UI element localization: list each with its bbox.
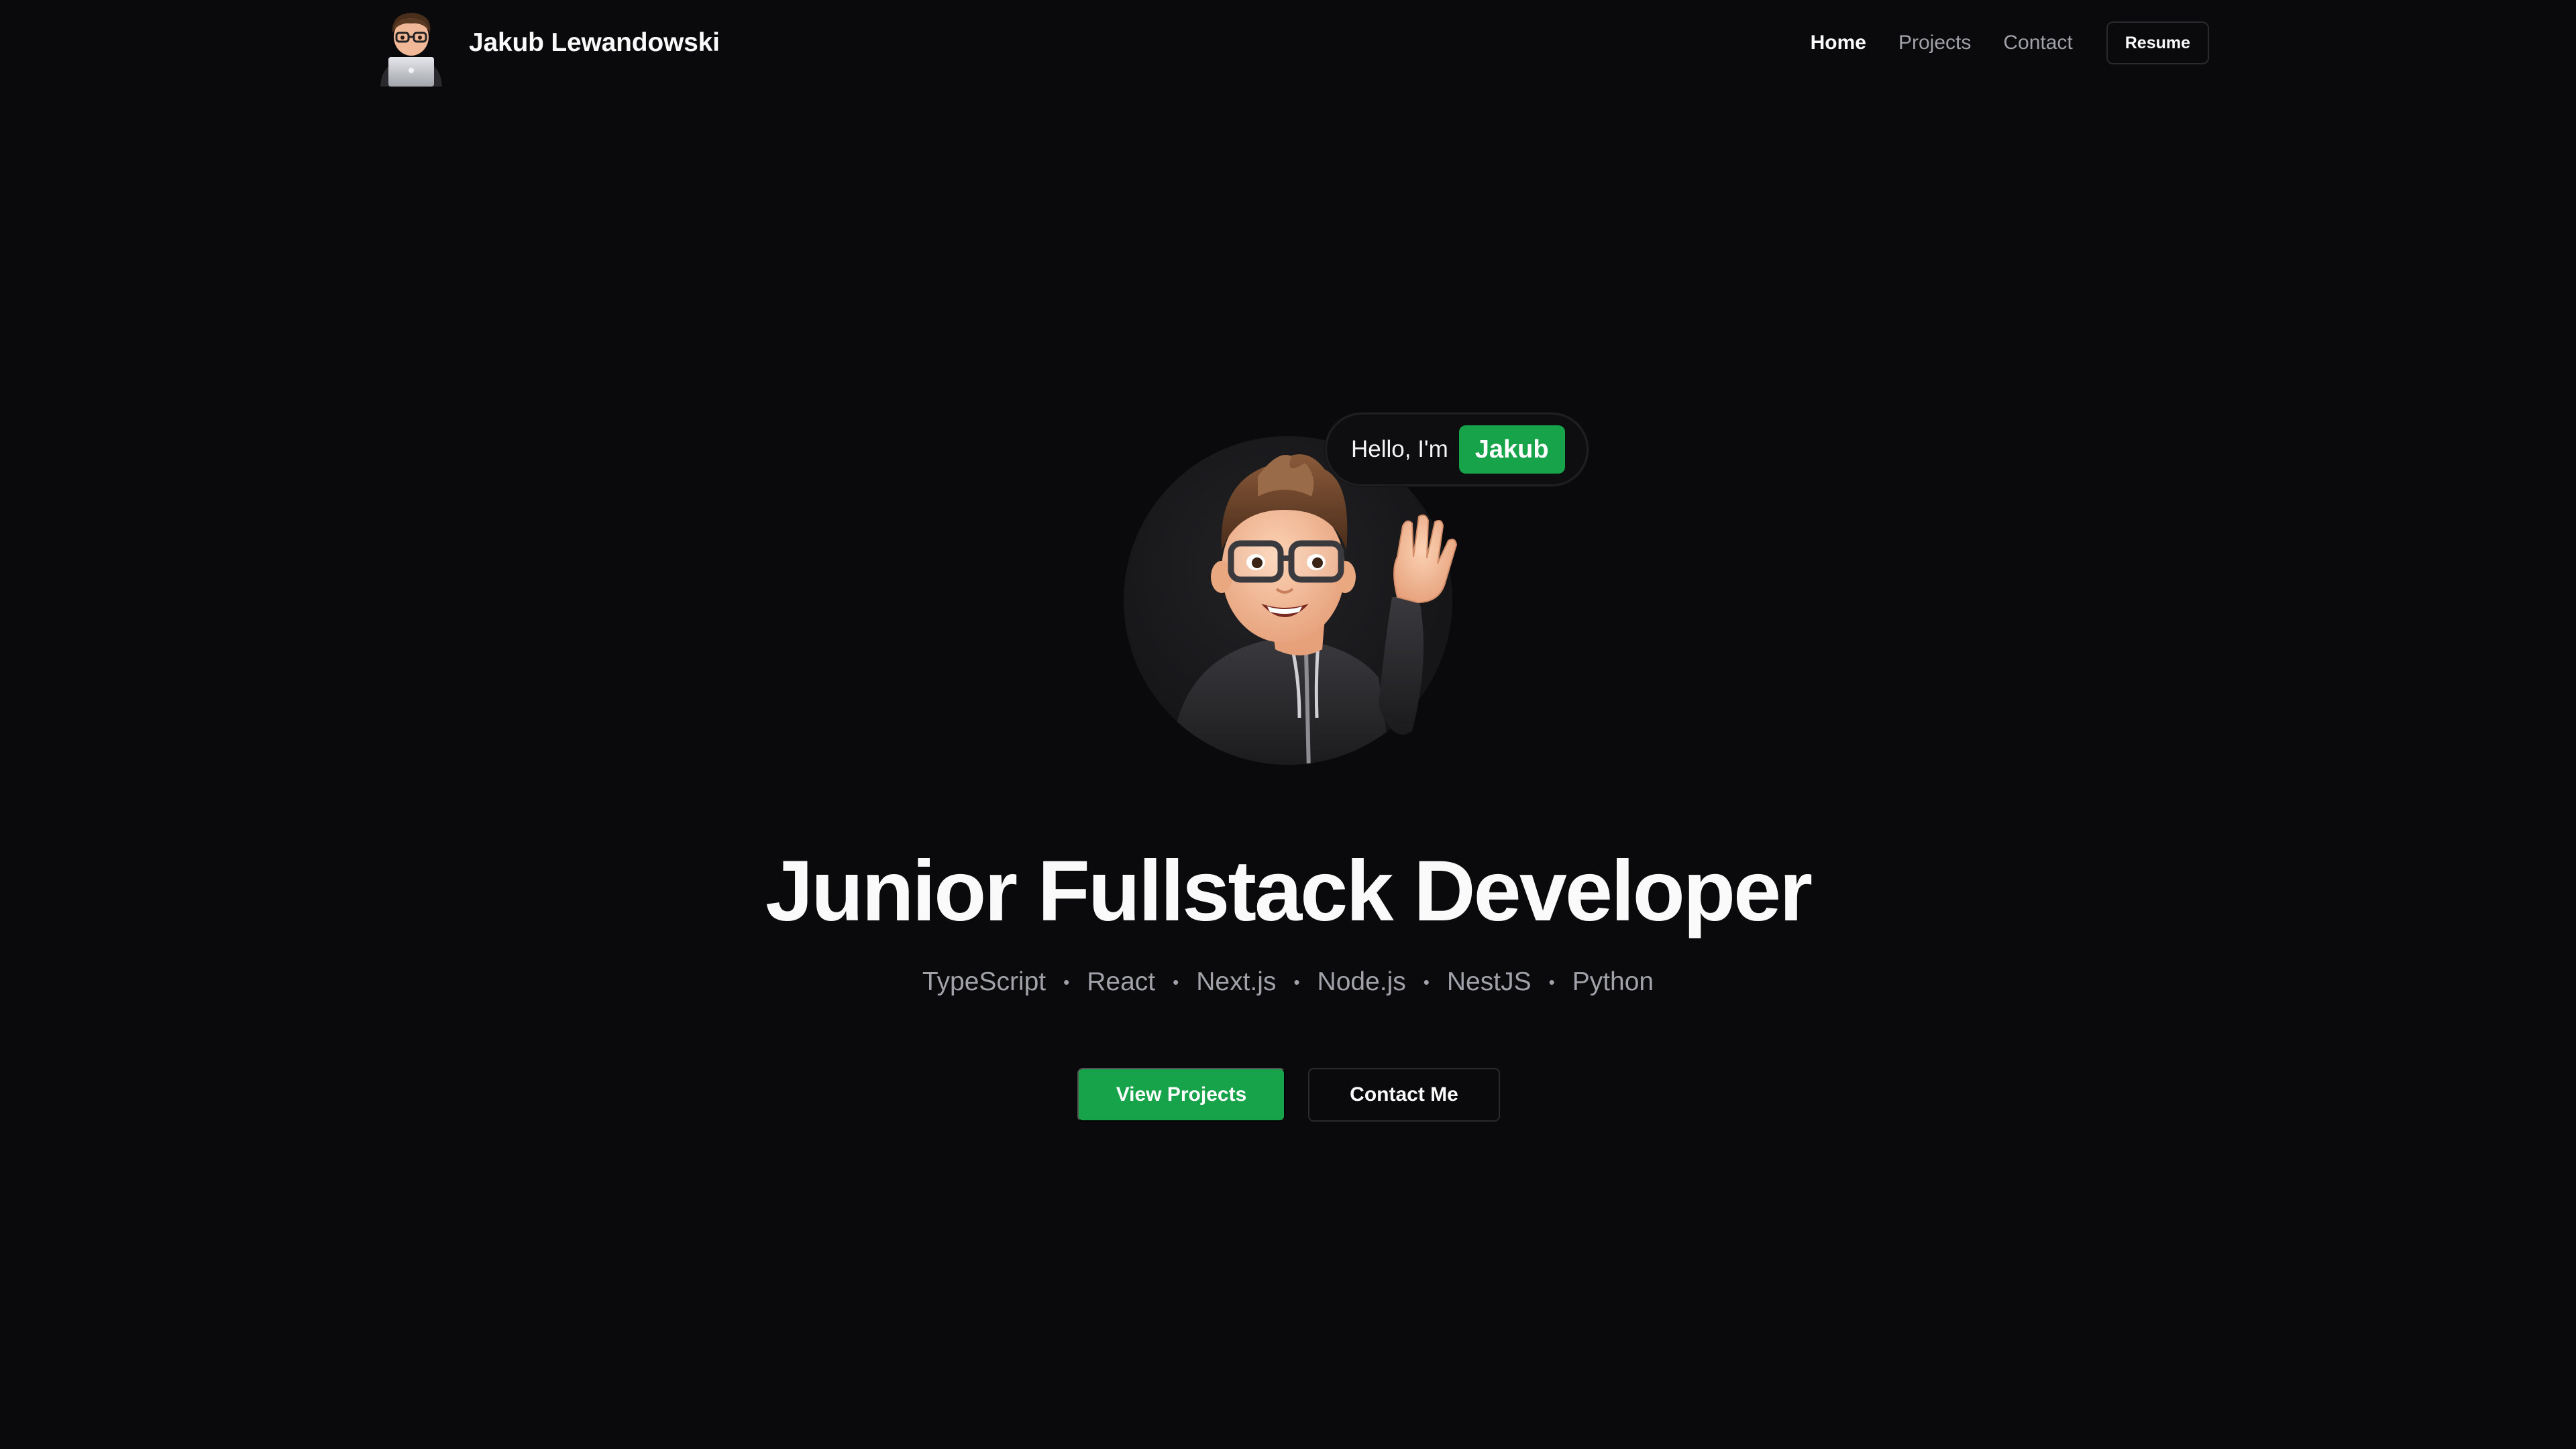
separator-dot: • [1423, 971, 1430, 992]
tech-item: React [1087, 967, 1156, 996]
tech-item: Python [1572, 967, 1654, 996]
greeting-text: Hello, I'm [1351, 436, 1448, 462]
tech-item: Node.js [1317, 967, 1406, 996]
separator-dot: • [1063, 971, 1070, 992]
nav-link-home[interactable]: Home [1811, 32, 1866, 54]
site-header: Jakub Lewandowski Home Projects Contact … [378, 0, 2209, 87]
nav-link-projects[interactable]: Projects [1898, 32, 1971, 54]
memoji-waving-icon [1171, 454, 1458, 765]
main-nav: Home Projects Contact Resume [1811, 21, 2209, 64]
brand-avatar [378, 9, 445, 87]
hero-headline: Junior Fullstack Developer [765, 843, 1813, 939]
brand-name: Jakub Lewandowski [469, 28, 720, 57]
tech-item: Next.js [1196, 967, 1277, 996]
separator-dot: • [1173, 971, 1179, 992]
brand[interactable]: Jakub Lewandowski [378, 0, 720, 87]
tech-item: NestJS [1446, 967, 1532, 996]
resume-button[interactable]: Resume [2106, 21, 2209, 64]
contact-me-button[interactable]: Contact Me [1308, 1068, 1500, 1122]
greeting-badge: Hello, I'm Jakub [1325, 413, 1589, 486]
greeting-name-highlight: Jakub [1458, 425, 1565, 474]
hero-avatar [1124, 436, 1459, 771]
separator-dot: • [1293, 971, 1300, 992]
nav-link-contact[interactable]: Contact [2003, 32, 2072, 54]
page: Jakub Lewandowski Home Projects Contact … [0, 0, 2576, 1449]
tech-item: TypeScript [922, 967, 1046, 996]
view-projects-button[interactable]: View Projects [1077, 1068, 1285, 1122]
separator-dot: • [1548, 971, 1555, 992]
cta-group: View Projects Contact Me [0, 1068, 2576, 1122]
tech-stack: TypeScript • React • Next.js • Node.js •… [0, 967, 2576, 997]
